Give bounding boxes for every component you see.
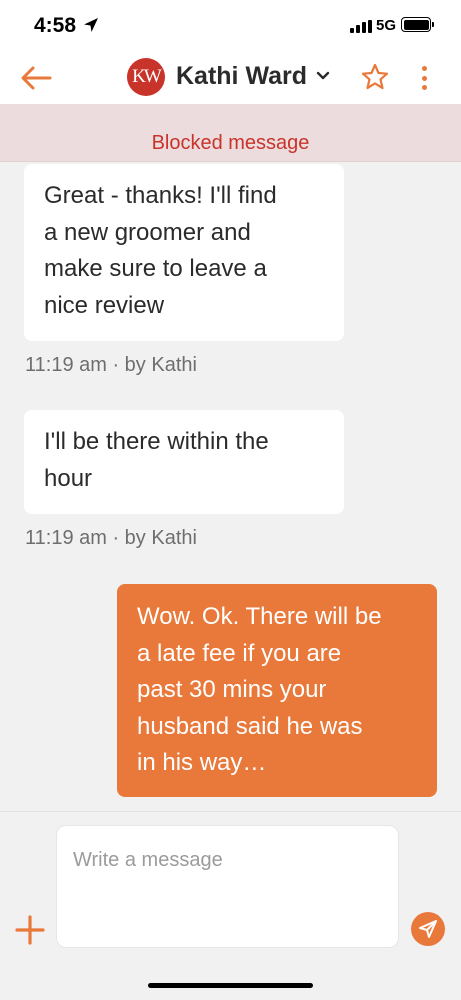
send-icon xyxy=(419,920,437,938)
add-attachment-button[interactable] xyxy=(14,914,46,951)
network-label: 5G xyxy=(376,17,397,34)
star-icon xyxy=(361,63,389,90)
back-arrow-icon xyxy=(21,66,52,90)
message-bubble[interactable]: Great - thanks! I'll find a new groomer … xyxy=(24,164,344,341)
message-input[interactable] xyxy=(56,825,399,948)
location-arrow-icon xyxy=(84,18,98,32)
avatar[interactable]: KW xyxy=(127,58,165,96)
message-line: hour xyxy=(44,464,93,492)
message-line: make sure to leave a xyxy=(44,255,267,282)
plus-icon xyxy=(15,915,45,945)
status-time: 4:58 xyxy=(34,14,77,37)
message-line: a new groomer and xyxy=(44,218,251,246)
message-line: husband said he was xyxy=(137,712,363,740)
battery-icon xyxy=(401,17,431,32)
more-vertical-icon[interactable] xyxy=(414,63,434,93)
message-line: in his way… xyxy=(137,749,267,776)
message-line: a late fee if you are xyxy=(137,639,342,667)
chat-header: KW Kathi Ward xyxy=(0,52,461,104)
message-bubble[interactable]: Wow. Ok. There will be a late fee if you… xyxy=(117,584,437,797)
status-bar: 4:58 5G xyxy=(0,0,461,52)
message-line: I'll be there within the xyxy=(44,428,269,455)
message-line: nice review xyxy=(44,291,165,319)
message-line: Wow. Ok. There will be xyxy=(137,603,382,630)
battery-cap xyxy=(432,22,434,27)
blocked-message-text: Blocked message xyxy=(151,132,310,154)
back-button[interactable] xyxy=(18,62,54,94)
chevron-down-icon[interactable] xyxy=(316,71,330,81)
message-bubble[interactable]: I'll be there within the hour xyxy=(24,410,344,514)
signal-icon xyxy=(350,20,372,33)
blocked-banner: Blocked message xyxy=(0,104,461,162)
favorite-button[interactable] xyxy=(360,62,390,97)
message-line: Great - thanks! I'll find xyxy=(44,182,277,209)
message-line: past 30 mins your xyxy=(137,676,327,703)
send-button[interactable] xyxy=(411,912,445,946)
message-meta: 11:19 am · by Kathi xyxy=(25,527,197,549)
contact-name[interactable]: Kathi Ward xyxy=(176,62,307,91)
home-indicator xyxy=(148,983,313,988)
message-meta: 11:19 am · by Kathi xyxy=(25,354,197,376)
